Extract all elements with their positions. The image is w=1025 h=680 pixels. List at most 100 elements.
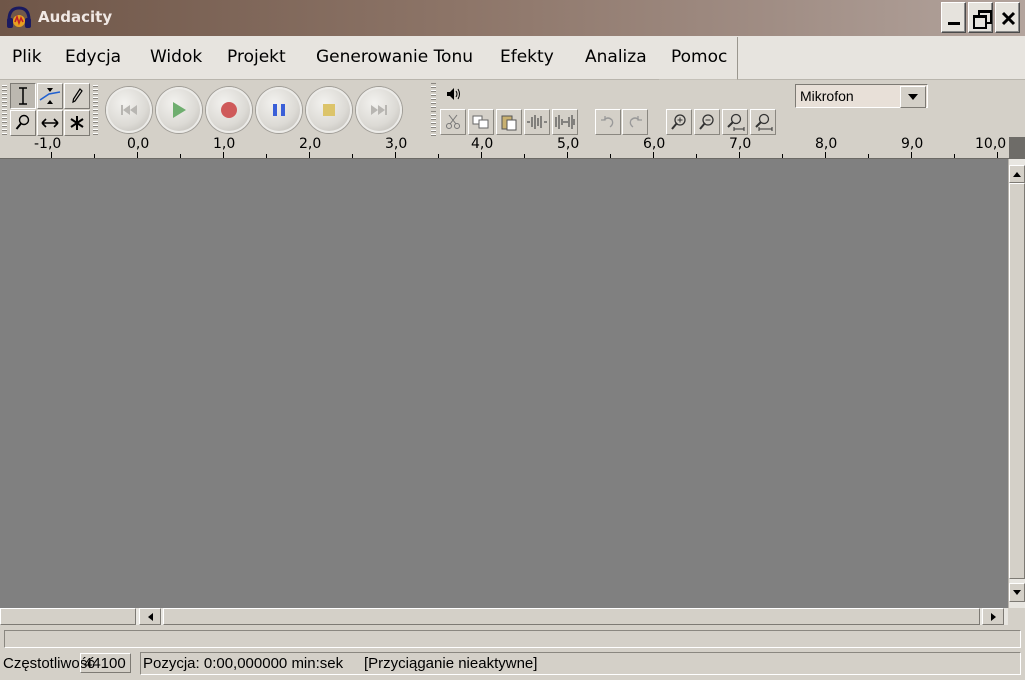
trim-button[interactable] [524,109,550,135]
position-text: Pozycja: 0:00,000000 min:sek [143,655,344,672]
magnifier-icon [15,114,30,130]
arrow-down-icon [1013,590,1021,595]
menu-help-highlight [659,37,738,80]
zoom-in-icon [671,114,686,130]
zoom-tool-button[interactable] [10,110,36,136]
multi-tool-button[interactable] [64,110,90,136]
edit-toolbar-grip[interactable] [431,111,436,136]
menu-bar: Plik Edycja Widok Projekt Generowanie To… [0,36,1025,80]
ruler-label: 7,0 [729,136,752,152]
menu-analyze[interactable]: Analiza [585,47,647,67]
pencil-icon [72,88,83,104]
ruler-tick [223,152,224,158]
pause-button[interactable] [256,87,302,133]
menu-generate[interactable]: Generowanie Tonu [316,47,473,67]
skip-start-icon [121,105,137,115]
mixer-toolbar-grip[interactable] [431,83,436,108]
ruler-label: 9,0 [901,136,924,152]
ruler-tick [868,154,869,158]
horizontal-scroll-thumb[interactable] [163,608,980,625]
menu-file[interactable]: Plik [12,47,42,67]
play-button[interactable] [156,87,202,133]
skip-to-start-button[interactable] [106,87,152,133]
speaker-icon [446,87,462,104]
title-bar[interactable]: Audacity [0,0,1025,36]
window-title: Audacity [38,8,113,26]
cut-button[interactable] [440,109,466,135]
minimize-button[interactable] [941,2,966,33]
trim-icon [527,115,547,129]
selection-tool-button[interactable] [10,83,36,109]
arrow-right-icon [990,612,996,621]
timeshift-tool-button[interactable] [37,110,63,136]
scroll-right-button[interactable] [982,608,1004,625]
timeline-ruler[interactable]: -1,0 0,0 1,0 2,0 3,0 4,0 5,0 6,0 7,0 8,0… [0,136,1009,159]
ruler-tick [567,152,568,158]
copy-icon [472,115,489,129]
ruler-tick [352,154,353,158]
zoom-out-icon [699,114,714,130]
redo-button[interactable] [622,109,648,135]
stop-button[interactable] [306,87,352,133]
zoom-in-button[interactable] [666,109,692,135]
zoom-out-button[interactable] [694,109,720,135]
menu-effects[interactable]: Efekty [500,47,554,67]
ruler-label: 2,0 [299,136,322,152]
fit-selection-button[interactable] [722,109,748,135]
menu-view[interactable]: Widok [150,47,202,67]
ruler-tick [94,154,95,158]
restore-button[interactable] [968,2,993,33]
audacity-logo-icon [6,6,32,30]
snap-status-text: [Przyciąganie nieaktywne] [364,655,538,672]
menu-edit[interactable]: Edycja [65,47,121,67]
scroll-up-button[interactable] [1009,165,1025,183]
paste-button[interactable] [496,109,522,135]
vertical-scroll-thumb[interactable] [1009,183,1025,579]
project-rate-field[interactable]: 44100 [80,653,131,673]
input-source-dropdown-button[interactable] [900,86,926,108]
selection-bar[interactable] [4,630,1021,648]
ruler-tick [610,154,611,158]
ruler-tick [782,154,783,158]
silence-icon [555,115,575,129]
menu-project[interactable]: Projekt [227,47,286,67]
scroll-down-button[interactable] [1009,583,1025,602]
fit-project-button[interactable] [750,109,776,135]
ruler-tick [51,152,52,158]
silence-button[interactable] [552,109,578,135]
redo-icon [629,116,642,128]
track-info-spacer [0,608,136,625]
envelope-tool-button[interactable] [37,83,63,109]
ruler-label: 6,0 [643,136,666,152]
ibeam-icon [19,87,27,105]
record-button[interactable] [206,87,252,133]
project-rate-value: 44100 [84,655,126,672]
vertical-scrollbar[interactable] [1008,159,1025,608]
input-source-value: Mikrofon [800,88,854,104]
ruler-label: 10,0 [975,136,1007,152]
close-button[interactable] [995,2,1020,33]
ruler-tick [739,152,740,158]
ruler-tick [825,152,826,158]
copy-button[interactable] [468,109,494,135]
record-icon [221,102,237,118]
undo-button[interactable] [595,109,621,135]
control-toolbar-grip[interactable] [93,83,98,135]
tools-toolbar-grip[interactable] [2,83,7,135]
paste-icon [501,115,517,131]
horizontal-scrollbar[interactable] [0,608,1008,625]
input-source-select[interactable]: Mikrofon [795,84,928,108]
minimize-icon [948,22,960,25]
ruler-tick [524,154,525,158]
ruler-tick [997,152,998,158]
scroll-left-button[interactable] [139,608,161,625]
draw-tool-button[interactable] [64,83,90,109]
skip-to-end-button[interactable] [356,87,402,133]
toolbar-area: - + - + Mikrofon [0,81,1025,186]
zoom-fit-selection-icon [727,113,745,131]
skip-end-icon [371,105,387,115]
track-panel[interactable] [0,159,1008,608]
double-arrow-icon [41,118,59,128]
status-area: Częstotliwość 44100 Pozycja: 0:00,000000… [0,625,1025,680]
ruler-corner [1009,137,1025,159]
